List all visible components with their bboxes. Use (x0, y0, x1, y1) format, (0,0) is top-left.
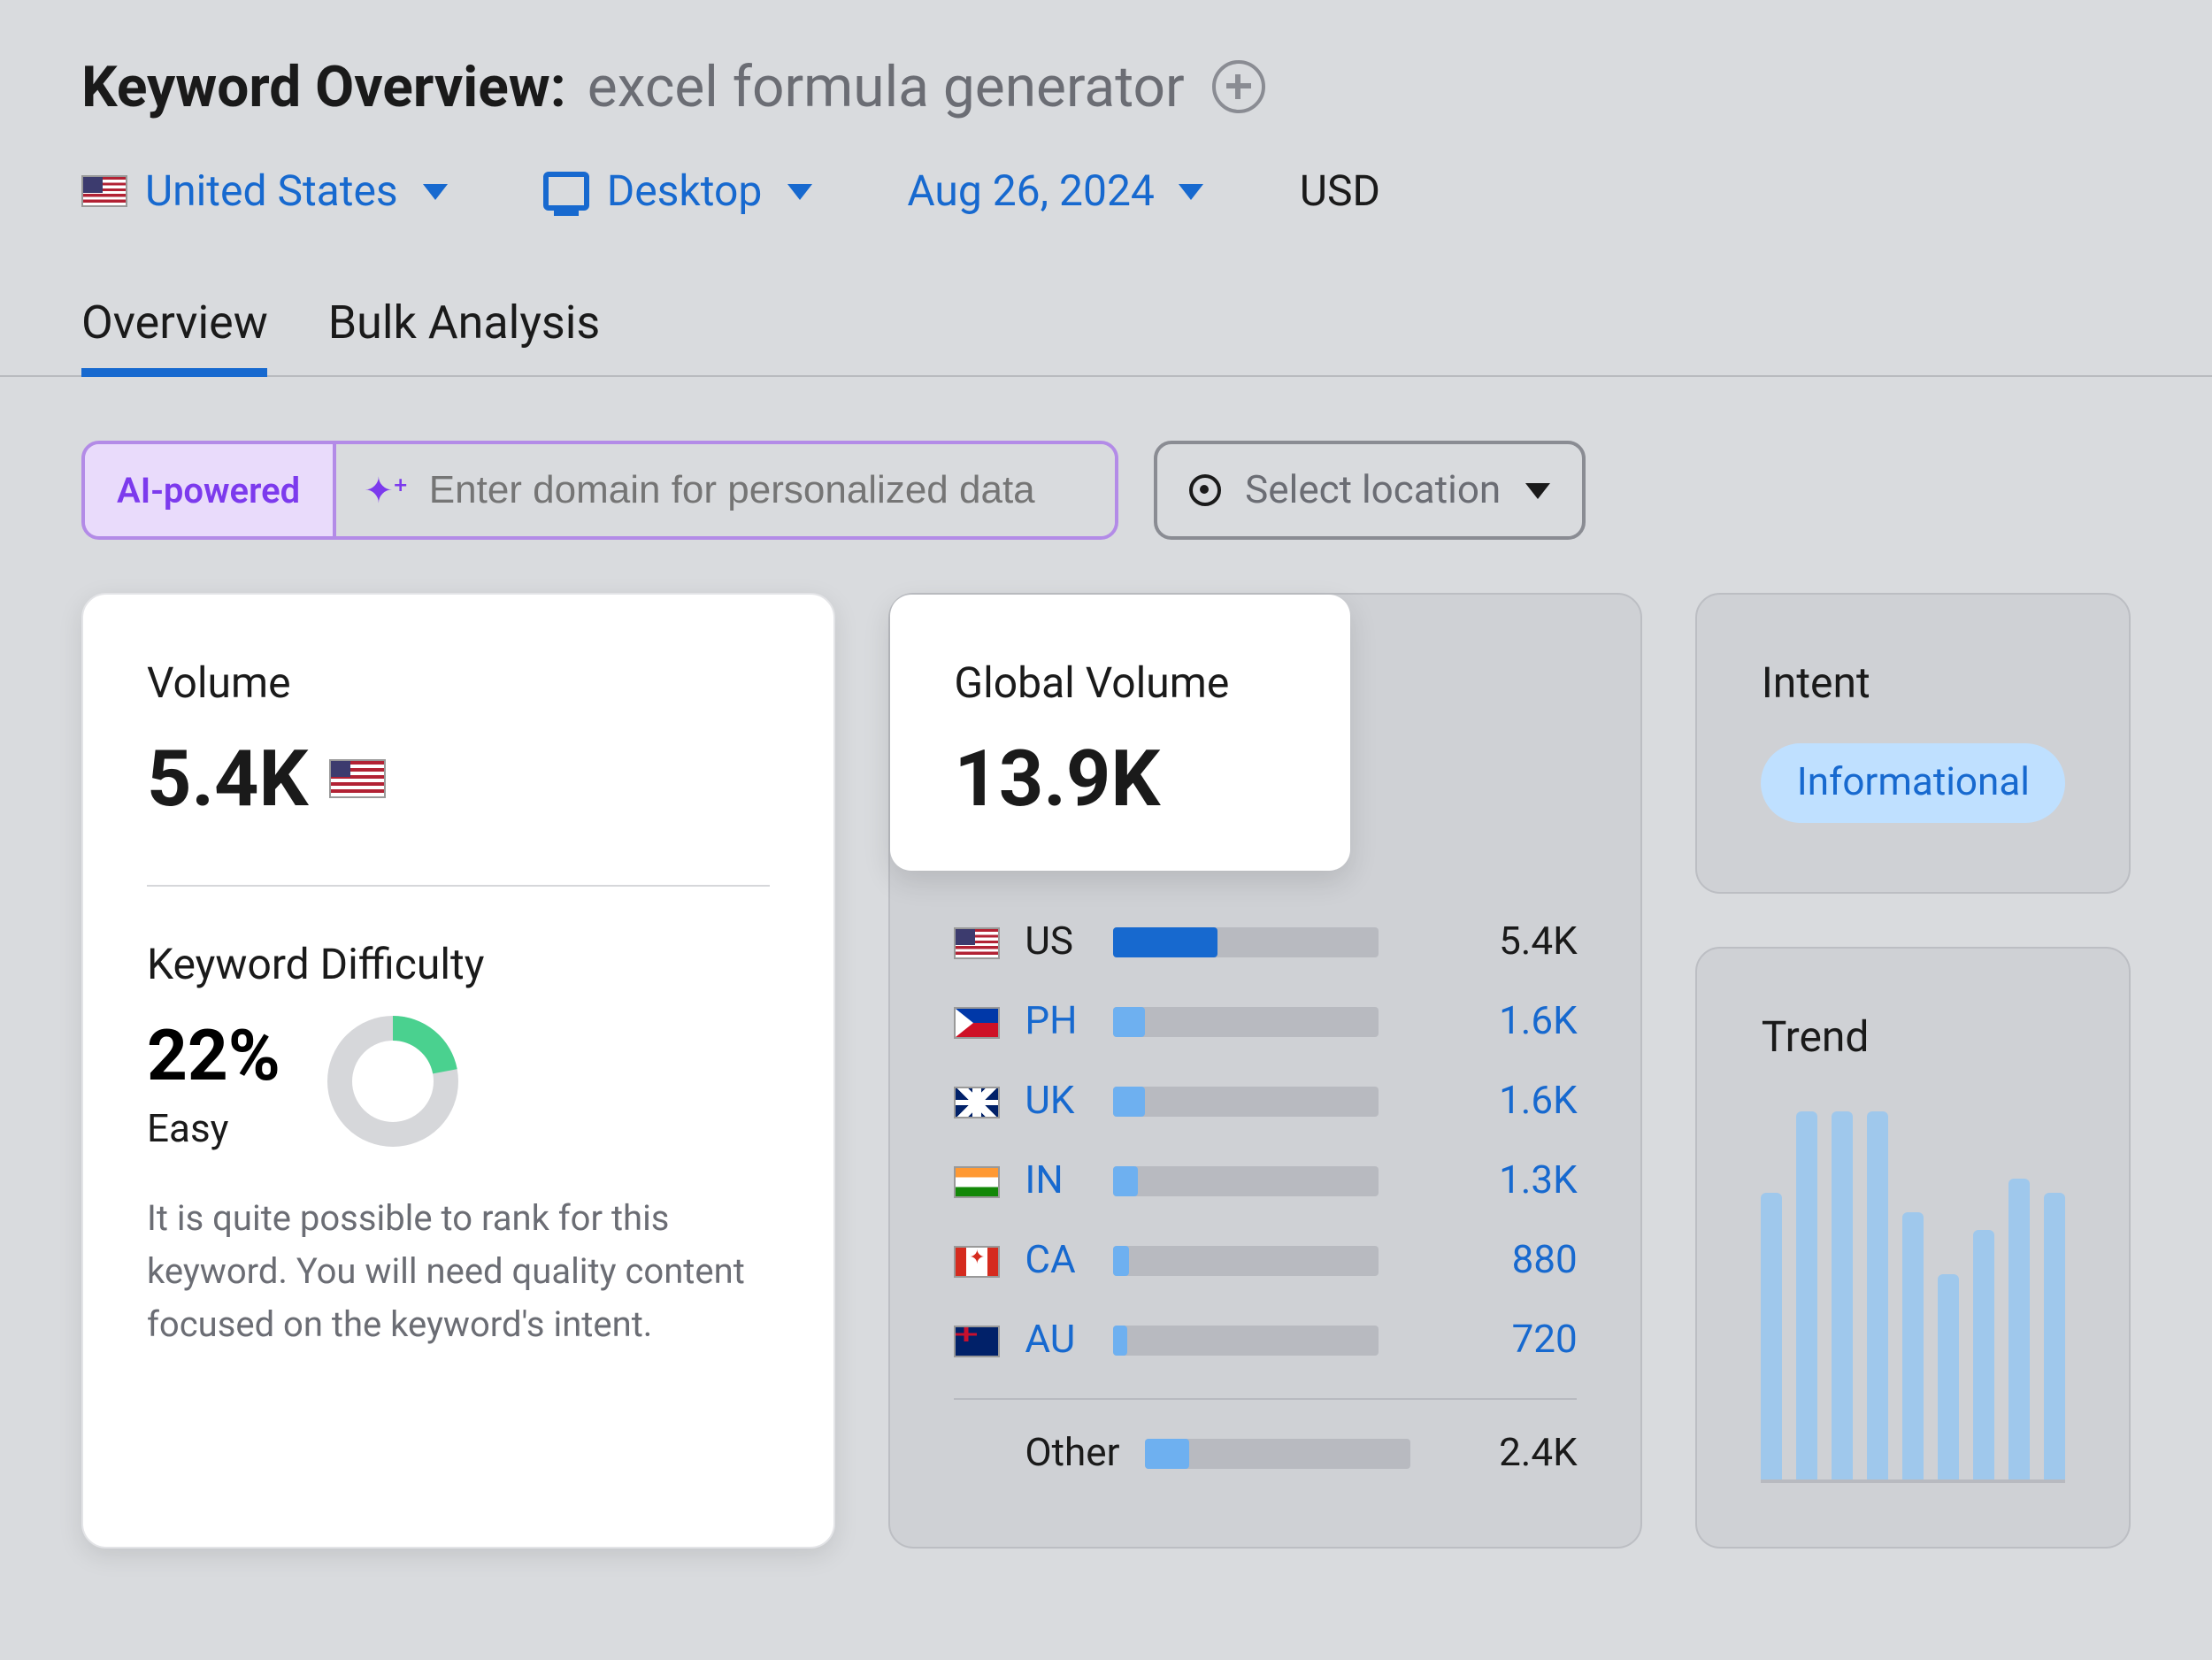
gv-row-us: US 5.4K (954, 903, 1577, 983)
page-title: Keyword Overview: excel formula generato… (81, 53, 2131, 121)
gv-row-other: Other 2.4K (954, 1415, 1577, 1495)
uk-flag-icon (954, 1087, 1000, 1118)
kd-donut-chart (326, 1015, 461, 1149)
gv-country-code: PH (1025, 1001, 1088, 1045)
trend-bar-chart (1762, 1112, 2065, 1484)
gv-separator (954, 1399, 1577, 1401)
trend-bar (2008, 1179, 2030, 1480)
kd-percent: 22% (147, 1015, 280, 1098)
global-volume-value: 13.9K (954, 734, 1286, 826)
kd-label: Keyword Difficulty (147, 941, 770, 990)
volume-value-row: 5.4K (147, 734, 770, 826)
trend-bar (1832, 1112, 1854, 1480)
currency-label: USD (1300, 167, 1380, 217)
in-flag-icon (954, 1166, 1000, 1198)
chevron-down-icon (1525, 483, 1550, 499)
global-volume-card: Global Volume 13.9K US 5.4K PH 1.6K UK 1.6K IN… (888, 594, 1642, 1549)
trend-bar (1867, 1112, 1888, 1480)
gv-country-code: US (1025, 921, 1088, 965)
tab-bulk-analysis[interactable]: Bulk Analysis (328, 298, 600, 376)
sparkle-icon: ✦⁺ (364, 470, 408, 512)
gv-row-au[interactable]: AU 720 (954, 1302, 1577, 1381)
trend-bar (1973, 1230, 1994, 1480)
gv-country-code: IN (1025, 1160, 1088, 1204)
gv-value: 720 (1512, 1319, 1578, 1364)
gv-bar (1113, 1167, 1379, 1197)
gv-other-bar (1145, 1440, 1410, 1470)
ai-domain-input[interactable] (429, 468, 1086, 514)
trend-bar (2044, 1193, 2065, 1479)
intent-label: Intent (1762, 659, 2065, 709)
country-filter[interactable]: United States (81, 167, 448, 217)
gv-country-code: CA (1025, 1240, 1088, 1284)
gv-other-label: Other (1025, 1433, 1119, 1477)
card-divider (147, 886, 770, 888)
location-pin-icon (1188, 475, 1220, 507)
gv-value: 880 (1512, 1240, 1578, 1284)
us-flag-icon (81, 176, 127, 208)
us-flag-icon (954, 927, 1000, 959)
device-filter[interactable]: Desktop (543, 167, 812, 217)
ai-domain-input-wrap[interactable]: ✦⁺ (335, 445, 1114, 537)
date-filter-label: Aug 26, 2024 (907, 167, 1155, 217)
gv-value: 1.3K (1499, 1160, 1578, 1204)
date-filter[interactable]: Aug 26, 2024 (907, 167, 1204, 217)
volume-label: Volume (147, 659, 770, 709)
kd-description: It is quite possible to rank for this ke… (147, 1192, 770, 1351)
kd-level: Easy (147, 1109, 280, 1153)
us-flag-icon (329, 760, 386, 799)
volume-value: 5.4K (147, 734, 308, 826)
trend-bar (1762, 1193, 1783, 1479)
trend-card: Trend (1696, 948, 2131, 1549)
chevron-down-icon (1179, 184, 1204, 200)
trend-label: Trend (1762, 1013, 2065, 1063)
gv-value: 1.6K (1499, 1080, 1578, 1125)
gv-bar (1113, 1326, 1379, 1356)
gv-bar (1113, 1247, 1379, 1277)
gv-value: 1.6K (1499, 1001, 1578, 1045)
gv-row-ca[interactable]: CA 880 (954, 1222, 1577, 1302)
desktop-icon (543, 173, 589, 211)
global-volume-head: Global Volume 13.9K (890, 596, 1350, 872)
device-filter-label: Desktop (607, 167, 763, 217)
location-select-label: Select location (1245, 469, 1501, 513)
intent-pill[interactable]: Informational (1762, 744, 2065, 824)
gv-row-in[interactable]: IN 1.3K (954, 1142, 1577, 1222)
global-volume-label: Global Volume (954, 659, 1286, 709)
intent-card: Intent Informational (1696, 594, 2131, 895)
gv-other-value: 2.4K (1499, 1433, 1578, 1477)
chevron-down-icon (423, 184, 448, 200)
tab-overview[interactable]: Overview (81, 298, 268, 376)
ca-flag-icon (954, 1246, 1000, 1278)
chevron-down-icon (787, 184, 811, 200)
au-flag-icon (954, 1326, 1000, 1357)
gv-row-uk[interactable]: UK 1.6K (954, 1063, 1577, 1142)
gv-country-code: UK (1025, 1080, 1088, 1125)
trend-bar (1902, 1211, 1924, 1480)
volume-card: Volume 5.4K Keyword Difficulty 22% Easy (81, 594, 835, 1549)
gv-row-ph[interactable]: PH 1.6K (954, 983, 1577, 1063)
gv-country-code: AU (1025, 1319, 1088, 1364)
gv-bar (1113, 1087, 1379, 1118)
gv-bar (1113, 928, 1379, 958)
country-filter-label: United States (145, 167, 398, 217)
ph-flag-icon (954, 1007, 1000, 1039)
trend-bar (1938, 1274, 1959, 1480)
ai-powered-badge: AI-powered (85, 445, 335, 537)
title-label: Keyword Overview: (81, 53, 566, 121)
add-keyword-icon[interactable] (1213, 60, 1266, 113)
gv-value: 5.4K (1499, 921, 1578, 965)
title-keyword: excel formula generator (588, 53, 1185, 121)
gv-bar (1113, 1008, 1379, 1038)
trend-bar (1797, 1112, 1818, 1480)
location-select[interactable]: Select location (1153, 442, 1586, 541)
ai-domain-group: AI-powered ✦⁺ (81, 442, 1118, 541)
